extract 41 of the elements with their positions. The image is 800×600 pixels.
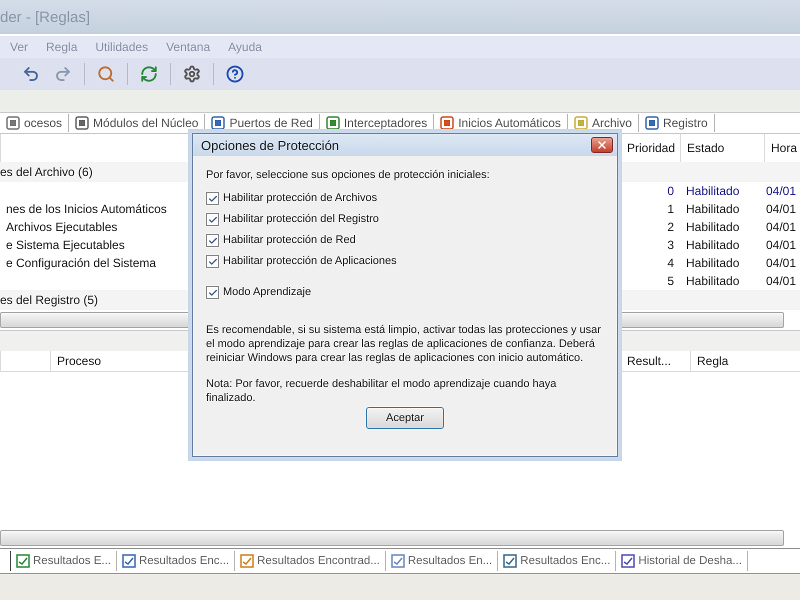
option-label: Habilitar protección de Aplicaciones — [223, 254, 397, 269]
state-cell-text: Habilitado — [685, 255, 740, 272]
time-cell-text: 04/01 — [765, 219, 798, 236]
time-cell-text: 04/01 — [765, 237, 798, 254]
tab-label: Módulos del Núcleo — [93, 116, 198, 130]
option-label: Modo Aprendizaje — [223, 285, 312, 300]
advice-text: Es recomendable, si su sistema está limpio, activar todas las protecciones y usar el modo aprendizaje para crear las reglas de aplicaciones de confianza. Deberá reiniciar Windows para crear las reglas de aplicaciones con inicio automático. — [206, 323, 602, 365]
priority-cell-text: 1 — [666, 201, 675, 218]
option-label: Habilitar protección de Archivos — [223, 191, 378, 206]
intro-text: Por favor, seleccione sus opciones de protección iniciales: — [206, 168, 491, 182]
option-label: Habilitar protección del Registro — [223, 212, 379, 227]
tab-label: Registro — [662, 116, 708, 130]
window-title: der - [Reglas] — [0, 8, 90, 26]
rule-name: nes de los Inicios Automáticos — [6, 202, 167, 216]
state-cell-text: Habilitado — [685, 273, 740, 290]
priority-cell-text: 5 — [666, 273, 675, 290]
rule-name: e Sistema Ejecutables — [6, 238, 125, 252]
state-cell-text: Habilitado — [685, 201, 740, 218]
rule-name: e Configuración del Sistema — [6, 256, 156, 270]
priority-cell-text: 4 — [666, 255, 675, 272]
priority-cell-text: 3 — [666, 237, 675, 254]
group-label: es del Archivo (6) — [0, 165, 93, 179]
tab-label: Puertos de Red — [229, 116, 313, 130]
time-cell-text: 04/01 — [765, 201, 798, 218]
option-label: Habilitar protección de Red — [223, 233, 356, 248]
state-cell-text: Habilitado — [685, 219, 740, 236]
time-cell-text: 04/01 — [765, 183, 798, 200]
rule-name: Archivos Ejecutables — [6, 220, 118, 234]
tab-label: Inicios Automáticos — [458, 116, 561, 130]
priority-cell-text: 0 — [666, 183, 675, 200]
tab-label: Interceptadores — [344, 116, 428, 130]
state-cell-text: Habilitado — [685, 237, 740, 254]
tab-label: Archivo — [592, 116, 632, 130]
time-cell-text: 04/01 — [765, 255, 798, 272]
tab-label: ocesos — [24, 116, 62, 130]
note-text: Nota: Por favor, recuerde deshabilitar el modo aprendizaje cuando haya finalizado. — [206, 377, 558, 405]
state-cell-text: Habilitado — [685, 183, 740, 200]
time-cell-text: 04/01 — [765, 273, 798, 290]
group-label: es del Registro (5) — [0, 293, 98, 307]
dialog-title: Opciones de Protección — [201, 138, 340, 152]
priority-cell-text: 2 — [666, 219, 675, 236]
